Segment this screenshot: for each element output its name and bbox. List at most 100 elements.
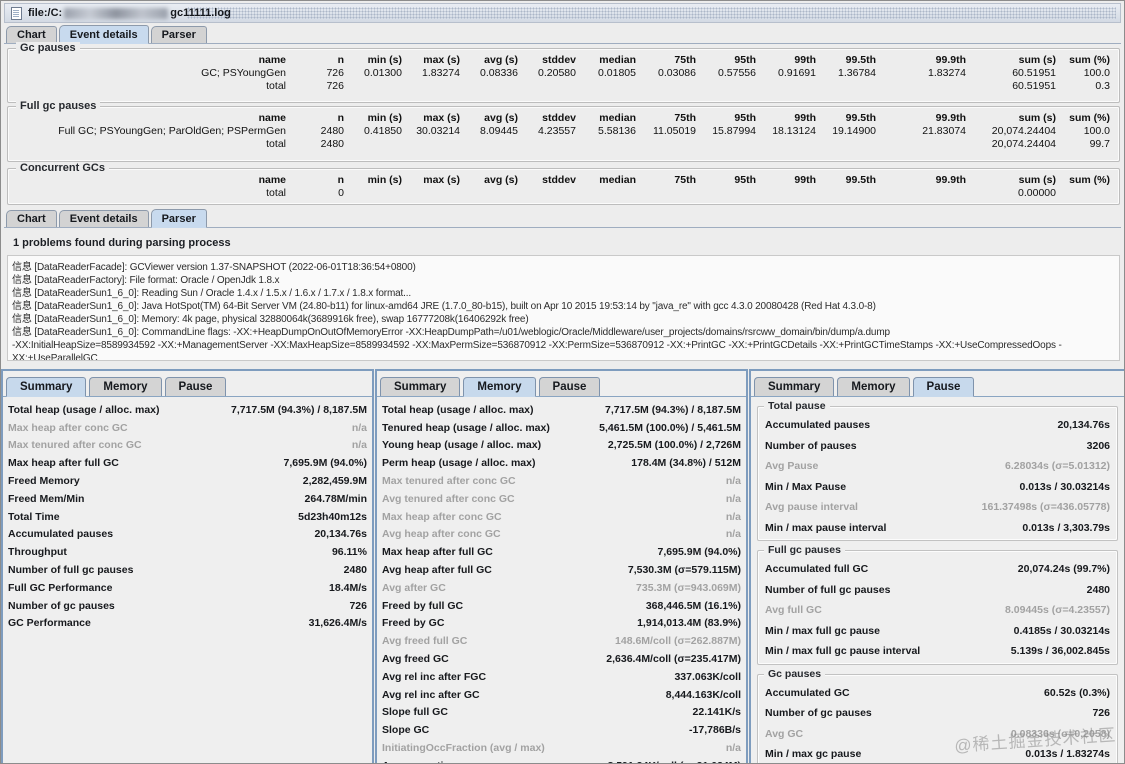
stat-row: Min / max full gc pause interval 5.139s … (760, 641, 1115, 662)
parser-tab-parser[interactable]: Parser (150, 209, 207, 228)
stat-label: Avg after GC (382, 581, 446, 594)
tab-pause[interactable]: Pause (538, 377, 601, 396)
stat-label: Avg promotion (382, 760, 456, 763)
stat-value: 0.013s / 30.03214s (1019, 480, 1110, 493)
log-line: -XX:InitialHeapSize=8589934592 -XX:+Mana… (12, 340, 1062, 361)
stat-row: Freed by GC 1,914,013.4M (83.9%) (377, 615, 746, 633)
column-header: n (337, 112, 344, 124)
tab-memory[interactable]: Memory (463, 377, 536, 397)
parser-log-area[interactable]: 信息 [DataReaderFacade]: GCViewer version … (7, 255, 1120, 361)
stat-value: -17,786B/s (689, 724, 741, 737)
stat-label: Total Time (8, 510, 60, 523)
parser-tab-chart[interactable]: Chart (6, 210, 57, 227)
table-row: total 726 60.51951 0.3 (196, 80, 1115, 93)
redacted-path-blur (64, 7, 169, 19)
stat-label: Freed Mem/Min (8, 492, 85, 505)
stat-label: Max heap after conc GC (382, 510, 502, 523)
stat-row: Throughput 96.11% (3, 543, 372, 561)
tab-summary[interactable]: Summary (754, 377, 835, 396)
stat-label: Avg full GC (765, 604, 822, 617)
stat-value: 161.37498s (σ=436.05778) (981, 501, 1110, 514)
column-header: min (s) (367, 54, 402, 66)
stat-value: 3206 (1086, 439, 1110, 452)
stat-row: Avg freed GC 2,636.4M/coll (σ=235.417M) (377, 650, 746, 668)
stat-value: 6.28034s (σ=5.01312) (1005, 460, 1110, 473)
window-title-suffix: gc11111.log (170, 7, 231, 19)
column-header: sum (%) (1069, 174, 1110, 186)
column-header: 99.5th (845, 112, 876, 124)
stat-value: 2,636.4M/coll (σ=235.417M) (606, 653, 741, 666)
column-header: avg (s) (484, 112, 518, 124)
stat-label: Throughput (8, 546, 67, 559)
tab-pause[interactable]: Pause (164, 377, 227, 396)
stat-row: Avg pause interval 161.37498s (σ=436.057… (760, 497, 1115, 518)
column-header: sum (%) (1069, 54, 1110, 66)
stat-label: Slope full GC (382, 706, 448, 719)
cell-name: total (266, 138, 286, 150)
stat-label: Freed Memory (8, 475, 80, 488)
stat-value: 22.141K/s (692, 706, 741, 719)
stat-label: Freed by full GC (382, 599, 464, 612)
column-header: 99th (794, 54, 816, 66)
stat-value: 20,134.76s (1057, 419, 1110, 432)
stat-value: 7,695.9M (94.0%) (283, 457, 367, 470)
stat-row: Total heap (usage / alloc. max) 7,717.5M… (377, 401, 746, 419)
stat-row: Avg GC 0.08336s (σ=0.2058) (760, 724, 1115, 745)
column-header: sum (s) (1018, 112, 1056, 124)
stat-label: Total heap (usage / alloc. max) (382, 403, 534, 416)
column-header: 75th (674, 112, 696, 124)
cell-name: total (266, 187, 286, 199)
stat-row: Avg full GC 8.09445s (σ=4.23557) (760, 600, 1115, 621)
log-line: 信息 [DataReaderSun1_6_0]: Memory: 4k page… (12, 314, 529, 325)
stat-row: Number of gc pauses 726 (760, 703, 1115, 724)
tab-memory[interactable]: Memory (837, 377, 910, 396)
total-pause-rows: Accumulated pauses 20,134.76s Number of … (760, 415, 1115, 538)
group-total-pause: Total pause Accumulated pauses 20,134.76… (757, 400, 1118, 541)
stat-label: Min / max full gc pause (765, 624, 880, 637)
stat-row: Total heap (usage / alloc. max) 7,717.5M… (3, 401, 372, 419)
stat-row: Max tenured after conc GC n/a (3, 437, 372, 455)
tab-memory[interactable]: Memory (89, 377, 162, 396)
stat-label: Avg freed full GC (382, 635, 468, 648)
stat-row: Slope GC -17,786B/s (377, 721, 746, 739)
stat-row: Freed by full GC 368,446.5M (16.1%) (377, 597, 746, 615)
stat-row: Avg tenured after conc GC n/a (377, 490, 746, 508)
tab-parser[interactable]: Parser (150, 26, 207, 43)
parser-tab-event-details[interactable]: Event details (58, 210, 149, 227)
stat-label: Avg heap after full GC (382, 564, 492, 577)
tab-pause[interactable]: Pause (912, 377, 975, 397)
column-header: 99.9th (935, 54, 966, 66)
group-gc-pauses: Gc pauses Accumulated GC 60.52s (0.3%) N… (757, 667, 1118, 763)
tab-summary[interactable]: Summary (6, 377, 87, 397)
section-title: Full gc pauses (16, 100, 101, 113)
stat-row: Min / max gc pause 0.013s / 1.83274s (760, 744, 1115, 763)
stat-label: GC Performance (8, 617, 91, 630)
stat-row: Freed Mem/Min 264.78M/min (3, 490, 372, 508)
stat-label: Min / Max Pause (765, 480, 847, 493)
section-title: Concurrent GCs (16, 162, 109, 175)
stat-label: Avg GC (765, 727, 804, 740)
panel-tabstrip: Summary Memory Pause (377, 371, 746, 397)
problems-count-text: 1 problems found during parsing process (13, 237, 231, 249)
stat-label: Slope GC (382, 724, 430, 737)
tab-chart[interactable]: Chart (6, 26, 57, 43)
stat-label: InitiatingOccFraction (avg / max) (382, 742, 545, 755)
group-title: Gc pauses (764, 667, 826, 681)
stat-value: 8.09445s (σ=4.23557) (1005, 604, 1110, 617)
column-header: 99.9th (935, 112, 966, 124)
concurrent-gcs-table: name n min (s) max (s) avg (s) stddev median 75… (253, 174, 1115, 200)
stat-row: Avg rel inc after GC 8,444.163K/coll (377, 686, 746, 704)
section-gc-pauses: Gc pauses name n min (s) max (s) avg (s) stdd… (7, 42, 1120, 103)
stat-value: 5,461.5M (100.0%) / 5,461.5M (599, 421, 741, 434)
stat-value: 264.78M/min (304, 492, 367, 505)
stat-label: Max tenured after conc GC (382, 475, 516, 488)
log-line: 信息 [DataReaderFacade]: GCViewer version … (12, 262, 416, 273)
column-header: sum (s) (1018, 174, 1056, 186)
column-header: 75th (674, 174, 696, 186)
stat-value: n/a (725, 510, 741, 523)
stat-label: Avg pause interval (765, 501, 858, 514)
table-row: total 2480 20,074.24404 99.7 (53, 138, 1115, 151)
summary-rows: Total heap (usage / alloc. max) 7,717.5M… (3, 397, 372, 632)
panel-tabstrip: Summary Memory Pause (3, 371, 372, 397)
tab-summary[interactable]: Summary (380, 377, 461, 396)
